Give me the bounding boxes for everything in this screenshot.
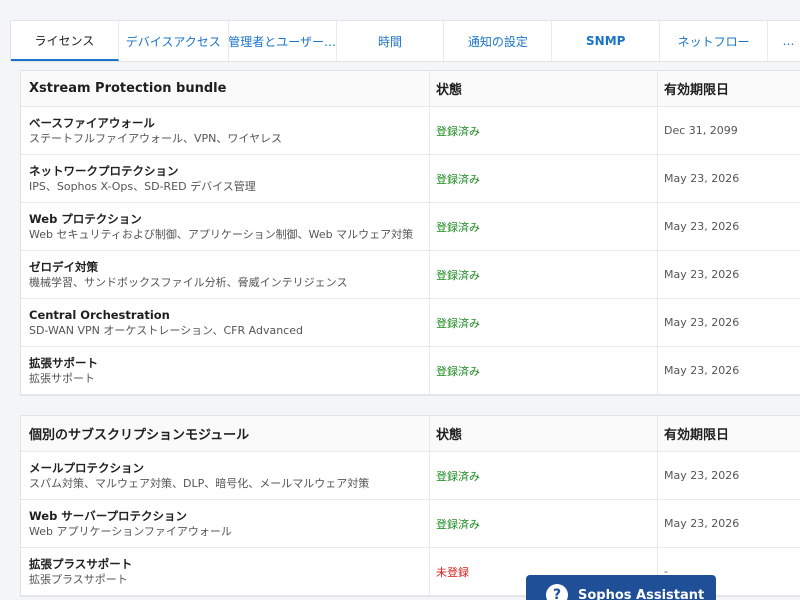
license-desc: IPS、Sophos X-Ops、SD-RED デバイス管理 [29, 179, 256, 193]
status-badge: 登録済み [436, 124, 480, 138]
license-name: Central Orchestration [29, 307, 170, 322]
expiry-date: May 23, 2026 [664, 220, 740, 233]
license-desc: 拡張サポート [29, 371, 95, 385]
license-desc: スパム対策、マルウェア対策、DLP、暗号化、メールマルウェア対策 [29, 476, 370, 490]
status-badge: 登録済み [436, 172, 480, 186]
tab-notification-settings[interactable]: 通知の設定 [444, 21, 553, 61]
table-header: Xstream Protection bundle 状態 有効期限日 [21, 71, 800, 107]
table-row: Web プロテクション Web セキュリティおよび制御、アプリケーション制御、We… [21, 203, 800, 251]
modules-title: 個別のサブスクリプションモジュール [21, 416, 430, 451]
table-row: Web サーバープロテクション Web アプリケーションファイアウォール 登録済み… [21, 500, 800, 548]
license-desc: ステートフルファイアウォール、VPN、ワイヤレス [29, 131, 283, 145]
tab-snmp[interactable]: SNMP [552, 21, 661, 61]
expiry-column-header: 有効期限日 [664, 83, 730, 98]
tab-admin-users[interactable]: 管理者とユーザー… [229, 21, 337, 61]
tab-device-access[interactable]: デバイスアクセス [119, 21, 229, 61]
status-badge: 登録済み [436, 268, 480, 282]
expiry-column-header: 有効期限日 [664, 428, 730, 443]
expiry-date: May 23, 2026 [664, 268, 740, 281]
license-name: メールプロテクション [29, 460, 144, 475]
status-badge: 登録済み [436, 316, 480, 330]
license-name: ベースファイアウォール [29, 115, 155, 130]
license-name: ネットワークプロテクション [29, 163, 179, 178]
table-row: メールプロテクション スパム対策、マルウェア対策、DLP、暗号化、メールマルウェア… [21, 452, 800, 500]
expiry-date: May 23, 2026 [664, 469, 740, 482]
status-column-header: 状態 [430, 416, 658, 451]
license-desc: 拡張プラスサポート [29, 572, 128, 586]
table-row: ベースファイアウォール ステートフルファイアウォール、VPN、ワイヤレス 登録済み… [21, 107, 800, 155]
tab-more[interactable]: … [768, 21, 800, 61]
assistant-label: Sophos Assistant [578, 587, 705, 600]
expiry-date: Dec 31, 2099 [664, 124, 738, 137]
status-badge: 登録済み [436, 220, 480, 234]
license-name: Web プロテクション [29, 211, 142, 226]
expiry-date: May 23, 2026 [664, 172, 740, 185]
bundle-title: Xstream Protection bundle [21, 71, 430, 106]
status-badge: 未登録 [436, 565, 469, 579]
status-badge: 登録済み [436, 469, 480, 483]
expiry-date: May 23, 2026 [664, 364, 740, 377]
tab-netflow[interactable]: ネットフロー [660, 21, 769, 61]
status-badge: 登録済み [436, 364, 480, 378]
tab-license[interactable]: ライセンス [11, 21, 119, 61]
subscription-modules-table: 個別のサブスクリプションモジュール 状態 有効期限日 メールプロテクション スパム… [20, 415, 800, 597]
table-row: 拡張サポート 拡張サポート 登録済み May 23, 2026 [21, 347, 800, 395]
license-name: 拡張プラスサポート [29, 556, 133, 571]
license-desc: 機械学習、サンドボックスファイル分析、脅威インテリジェンス [29, 275, 348, 289]
license-desc: Web セキュリティおよび制御、アプリケーション制御、Web マルウェア対策 [29, 227, 414, 241]
table-row: Central Orchestration SD-WAN VPN オーケストレーシ… [21, 299, 800, 347]
bundle-license-table: Xstream Protection bundle 状態 有効期限日 ベースファ… [20, 70, 800, 396]
license-desc: SD-WAN VPN オーケストレーション、CFR Advanced [29, 323, 303, 337]
sophos-assistant-button[interactable]: ? Sophos Assistant [526, 575, 716, 600]
license-desc: Web アプリケーションファイアウォール [29, 524, 232, 538]
license-name: ゼロデイ対策 [29, 259, 98, 274]
tab-time[interactable]: 時間 [337, 21, 445, 61]
expiry-date: May 23, 2026 [664, 517, 740, 530]
status-column-header: 状態 [430, 71, 658, 106]
table-row: ゼロデイ対策 機械学習、サンドボックスファイル分析、脅威インテリジェンス 登録済み… [21, 251, 800, 299]
status-badge: 登録済み [436, 517, 480, 531]
help-icon: ? [546, 584, 568, 600]
license-name: 拡張サポート [29, 355, 98, 370]
expiry-date: May 23, 2026 [664, 316, 740, 329]
table-header: 個別のサブスクリプションモジュール 状態 有効期限日 [21, 416, 800, 452]
license-name: Web サーバープロテクション [29, 508, 188, 523]
table-row: ネットワークプロテクション IPS、Sophos X-Ops、SD-RED デバイ… [21, 155, 800, 203]
tab-bar: ライセンス デバイスアクセス 管理者とユーザー… 時間 通知の設定 SNMP ネ… [10, 20, 800, 62]
